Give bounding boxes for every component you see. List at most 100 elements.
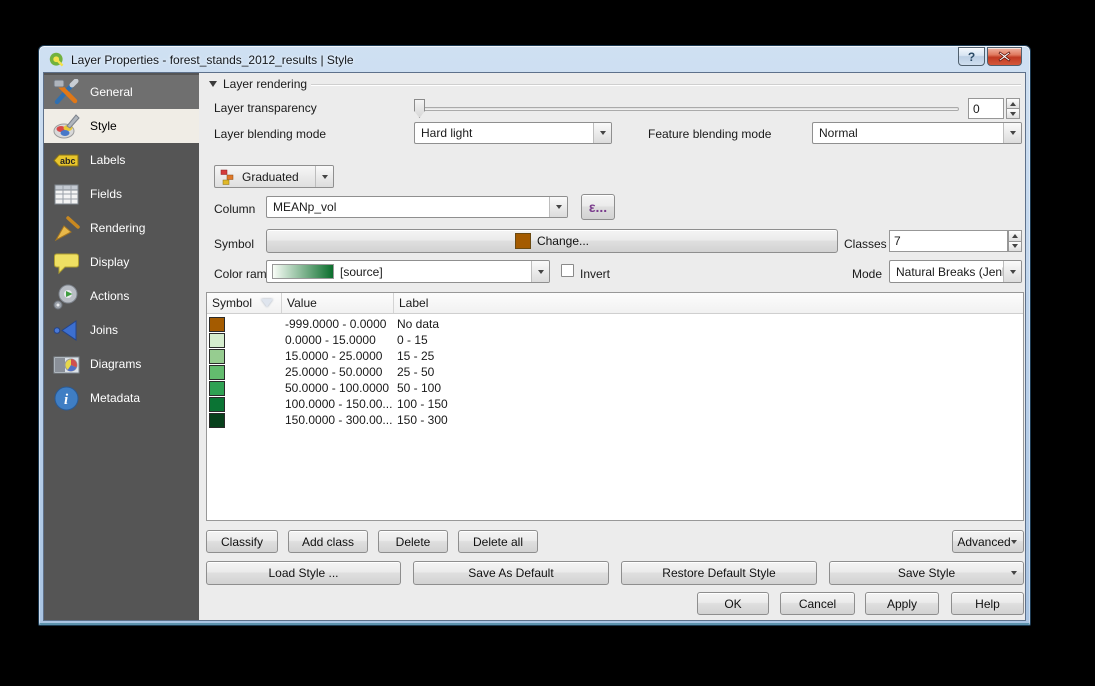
expression-button[interactable]: ε... [581,194,615,220]
gear-play-icon [53,283,80,310]
classes-spinbox[interactable]: 7 [889,230,1022,252]
sidebar-item-actions[interactable]: Actions [44,279,199,313]
mode-value: Natural Breaks (Jenks) [896,264,1003,279]
layer-rendering-header[interactable]: Layer rendering [209,77,307,91]
slider-handle[interactable] [414,99,425,118]
combo-arrow[interactable] [315,166,333,187]
window-title: Layer Properties - forest_stands_2012_re… [71,52,354,67]
apply-button[interactable]: Apply [865,592,939,615]
transparency-spinbox[interactable]: 0 [968,98,1020,119]
sidebar-item-rendering[interactable]: Rendering [44,211,199,245]
class-color-swatch[interactable] [209,412,225,428]
combo-arrow[interactable] [1003,261,1021,282]
dropdown-arrow-icon [1011,539,1017,544]
dropdown-arrow-icon [1011,571,1017,575]
combo-arrow[interactable] [1003,123,1021,143]
graduated-icon [220,169,236,185]
combo-arrow[interactable] [549,197,567,217]
delete-button[interactable]: Delete [378,530,448,553]
mode-combo[interactable]: Natural Breaks (Jenks) [889,260,1022,283]
class-color-swatch[interactable] [209,332,225,348]
classes-value[interactable]: 7 [889,230,1008,252]
sidebar-item-fields[interactable]: Fields [44,177,199,211]
transparency-slider[interactable] [414,99,959,119]
class-row[interactable]: 15.0000 - 25.0000 15 - 25 [207,348,1023,364]
class-label[interactable]: 50 - 100 [394,381,1023,395]
class-row[interactable]: 25.0000 - 50.0000 25 - 50 [207,364,1023,380]
help-titlebar-button[interactable]: ? [958,47,985,66]
class-label[interactable]: 0 - 15 [394,333,1023,347]
class-color-swatch[interactable] [209,348,225,364]
color-ramp-combo[interactable]: [source] [266,260,550,283]
class-label[interactable]: 25 - 50 [394,365,1023,379]
classes-table[interactable]: Symbol Value Label -999.0000 - 0.0000 No… [206,292,1024,521]
class-color-swatch[interactable] [209,364,225,380]
classes-table-header: Symbol Value Label [207,293,1023,314]
class-row[interactable]: 150.0000 - 300.00... 150 - 300 [207,412,1023,428]
class-row[interactable]: -999.0000 - 0.0000 No data [207,316,1023,332]
sidebar-item-diagrams[interactable]: Diagrams [44,347,199,381]
advanced-button[interactable]: Advanced [952,530,1024,553]
add-class-button[interactable]: Add class [288,530,368,553]
sidebar-item-general[interactable]: General [44,75,199,109]
restore-default-style-button[interactable]: Restore Default Style [621,561,817,585]
class-row[interactable]: 0.0000 - 15.0000 0 - 15 [207,332,1023,348]
load-style-button[interactable]: Load Style ... [206,561,401,585]
class-color-swatch[interactable] [209,316,225,332]
class-label[interactable]: 15 - 25 [394,349,1023,363]
help-button[interactable]: Help [951,592,1024,615]
combo-arrow[interactable] [593,123,611,143]
sidebar-item-joins[interactable]: Joins [44,313,199,347]
sidebar-item-metadata[interactable]: i Metadata [44,381,199,415]
class-row[interactable]: 100.0000 - 150.00... 100 - 150 [207,396,1023,412]
spin-down-button[interactable] [1008,241,1022,252]
class-label[interactable]: 150 - 300 [394,413,1023,427]
close-button[interactable] [987,47,1022,66]
feature-blending-label: Feature blending mode [648,127,772,141]
qgis-logo-icon [49,52,65,68]
titlebar[interactable]: Layer Properties - forest_stands_2012_re… [39,46,1030,73]
invert-checkbox[interactable] [561,264,574,277]
symbol-color-swatch [514,233,531,249]
class-label[interactable]: No data [394,317,1023,331]
renderer-combo[interactable]: Graduated [214,165,334,188]
renderer-value: Graduated [242,169,299,184]
class-color-swatch[interactable] [209,396,225,412]
cancel-button[interactable]: Cancel [780,592,855,615]
classify-button[interactable]: Classify [206,530,278,553]
save-style-button[interactable]: Save Style [829,561,1024,585]
feature-blending-combo[interactable]: Normal [812,122,1022,144]
speech-bubble-icon [53,249,80,276]
column-header-value[interactable]: Value [282,293,394,313]
transparency-value[interactable]: 0 [968,98,1004,119]
paintbrush-icon [53,113,80,140]
down-arrow-icon [1010,111,1016,116]
column-header-symbol[interactable]: Symbol [207,293,282,313]
dropdown-arrow-icon [1009,269,1016,274]
classes-label: Classes [844,237,887,251]
save-as-default-button[interactable]: Save As Default [413,561,609,585]
class-label[interactable]: 100 - 150 [394,397,1023,411]
column-header-label[interactable]: Label [394,293,1023,313]
spin-down-button[interactable] [1006,109,1020,119]
svg-text:abc: abc [60,156,76,166]
class-value: 25.0000 - 50.0000 [285,365,383,379]
column-combo[interactable]: MEANp_vol [266,196,568,218]
sidebar-item-style[interactable]: Style [44,109,199,143]
style-panel: Layer rendering Layer transparency 0 Lay… [199,73,1025,620]
class-color-swatch[interactable] [209,380,225,396]
layer-blending-combo[interactable]: Hard light [414,122,612,144]
sidebar-item-labels[interactable]: abc Labels [44,143,199,177]
class-value: -999.0000 - 0.0000 [285,317,387,331]
classes-table-body: -999.0000 - 0.0000 No data 0.0000 - 15.0… [207,314,1023,520]
color-ramp-value: [source] [340,264,383,279]
symbol-change-button[interactable]: Change... [266,229,838,253]
delete-all-button[interactable]: Delete all [458,530,538,553]
dropdown-arrow-icon [537,269,544,274]
sidebar-item-display[interactable]: Display [44,245,199,279]
combo-arrow[interactable] [531,261,549,282]
ok-button[interactable]: OK [697,592,769,615]
class-row[interactable]: 50.0000 - 100.0000 50 - 100 [207,380,1023,396]
spin-up-button[interactable] [1006,98,1020,109]
spin-up-button[interactable] [1008,230,1022,242]
